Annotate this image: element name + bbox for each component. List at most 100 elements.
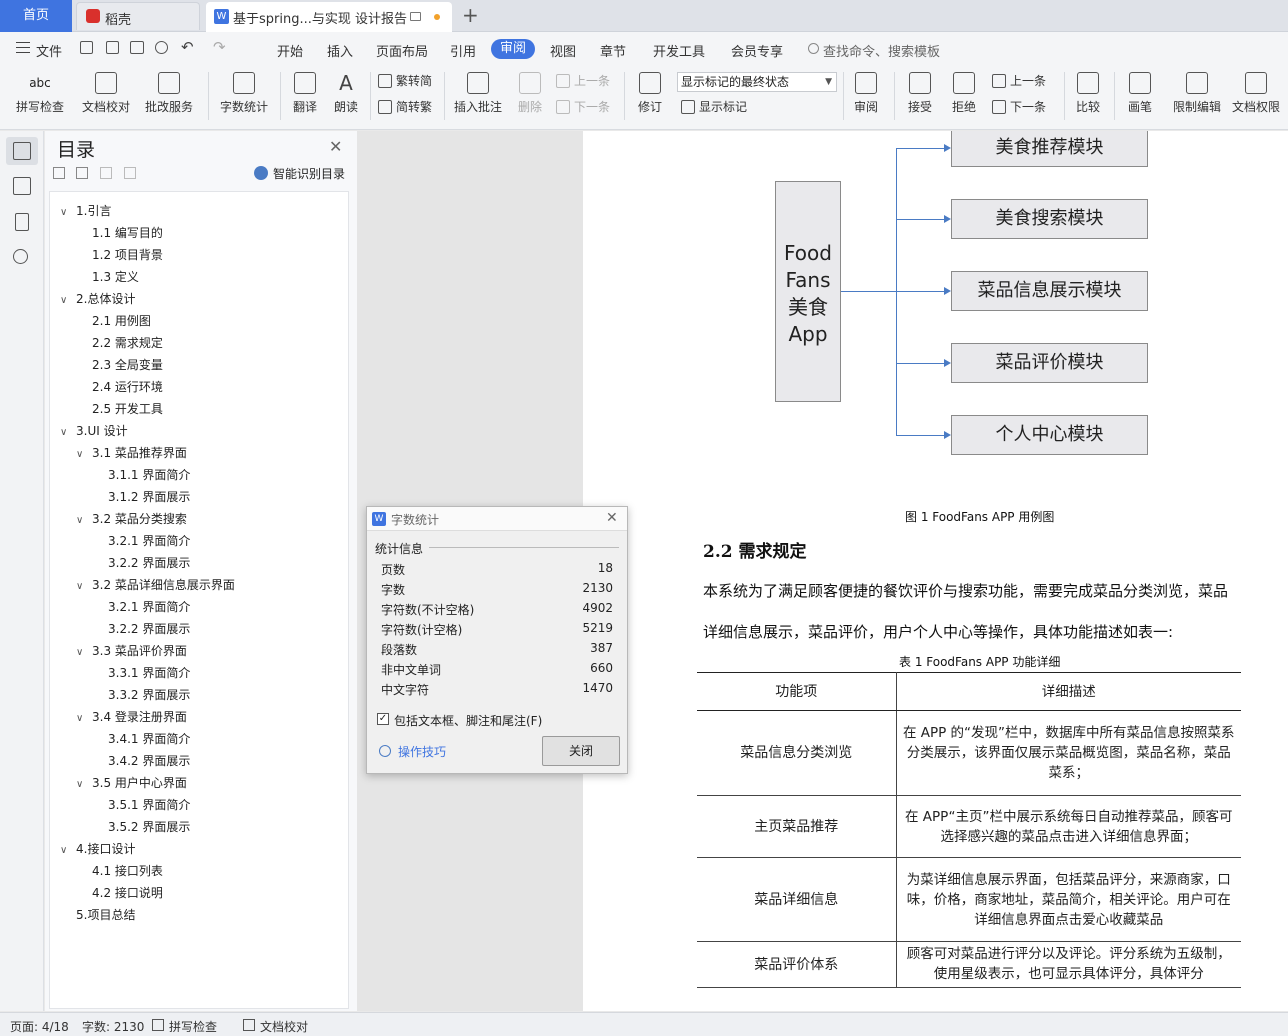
- chevron-down-icon[interactable]: ∨: [76, 510, 86, 532]
- toc-item[interactable]: 2.4 运行环境: [76, 376, 163, 398]
- compare-button[interactable]: 比较: [1070, 66, 1106, 128]
- print-preview-icon[interactable]: [155, 41, 168, 54]
- toc-item[interactable]: 3.5.2 界面展示: [92, 816, 190, 838]
- menu-devtools[interactable]: 开发工具: [653, 41, 705, 60]
- include-checkbox[interactable]: ✓: [377, 713, 389, 725]
- collapse-all-icon[interactable]: [53, 167, 65, 179]
- close-button[interactable]: 关闭: [542, 736, 620, 766]
- toc-item[interactable]: 2.3 全局变量: [76, 354, 163, 376]
- s2t-button[interactable]: 简转繁: [378, 98, 432, 116]
- menu-vip[interactable]: 会员专享: [731, 41, 783, 60]
- export-icon[interactable]: [106, 41, 119, 54]
- chevron-down-icon[interactable]: ∨: [76, 708, 86, 730]
- menu-insert[interactable]: 插入: [327, 41, 353, 60]
- read-aloud-button[interactable]: A 朗读: [330, 66, 362, 128]
- show-markup-button[interactable]: 显示标记: [681, 98, 747, 116]
- chevron-down-icon[interactable]: ∨: [60, 840, 70, 862]
- toc-item[interactable]: 3.1.1 界面简介: [92, 464, 190, 486]
- command-search[interactable]: 查找命令、搜索模板: [823, 41, 940, 60]
- reject-button[interactable]: 拒绝: [946, 66, 982, 128]
- spellcheck-button[interactable]: abc 拼写检查: [8, 66, 72, 128]
- undo-icon[interactable]: ↶: [181, 38, 194, 56]
- chevron-down-icon[interactable]: ∨: [60, 422, 70, 444]
- toc-item[interactable]: 1.2 项目背景: [76, 244, 163, 266]
- toc-item[interactable]: 3.4.1 界面简介: [92, 728, 190, 750]
- close-icon[interactable]: ✕: [606, 510, 618, 526]
- chevron-down-icon[interactable]: ∨: [76, 444, 86, 466]
- word-count-indicator[interactable]: 字数: 2130: [82, 1018, 144, 1035]
- toc-item[interactable]: 2.5 开发工具: [76, 398, 163, 420]
- toc-item[interactable]: 3.2.2 界面展示: [92, 618, 190, 640]
- checkbox-icon[interactable]: [152, 1019, 164, 1031]
- toc-item[interactable]: 4.2 接口说明: [76, 882, 163, 904]
- spellcheck-status[interactable]: 拼写检查: [169, 1018, 217, 1035]
- expand-up-icon[interactable]: [76, 167, 88, 179]
- menu-start[interactable]: 开始: [277, 41, 303, 60]
- toc-item[interactable]: ∨ 3.2 菜品详细信息展示界面: [76, 574, 235, 596]
- batch-service-button[interactable]: 批改服务: [138, 66, 200, 128]
- tab-document[interactable]: W 基于spring...与实现 设计报告: [206, 2, 452, 32]
- chevron-down-icon[interactable]: ∨: [60, 290, 70, 312]
- translate-button[interactable]: 翻译: [286, 66, 324, 128]
- insert-comment-button[interactable]: 插入批注: [452, 66, 504, 128]
- restrict-edit-button[interactable]: 限制编辑: [1170, 66, 1224, 128]
- toc-item[interactable]: 2.2 需求规定: [76, 332, 163, 354]
- toc-item[interactable]: 3.3.2 界面展示: [92, 684, 190, 706]
- doc-permission-button[interactable]: 文档权限: [1228, 66, 1284, 128]
- toc-item[interactable]: ∨ 3.3 菜品评价界面: [76, 640, 187, 662]
- toc-item[interactable]: 3.2.1 界面简介: [92, 530, 190, 552]
- toc-item[interactable]: ∨ 3.5 用户中心界面: [76, 772, 187, 794]
- chevron-down-icon[interactable]: ∨: [76, 642, 86, 664]
- review-pane-button[interactable]: 审阅: [848, 66, 884, 128]
- chevron-down-icon[interactable]: ∨: [76, 576, 86, 598]
- doc-check-icon[interactable]: [243, 1019, 255, 1031]
- tips-link[interactable]: 操作技巧: [398, 743, 446, 760]
- toc-item[interactable]: ∨ 4.接口设计: [60, 838, 135, 860]
- page-indicator[interactable]: 页面: 4/18: [10, 1018, 69, 1035]
- search-icon[interactable]: [13, 249, 28, 264]
- markup-state-select[interactable]: 显示标记的最终状态 ▼: [677, 72, 837, 92]
- redo-icon[interactable]: ↷: [213, 38, 226, 56]
- close-icon[interactable]: ✕: [329, 137, 342, 156]
- toc-item[interactable]: 3.1.2 界面展示: [92, 486, 190, 508]
- toc-item[interactable]: 2.1 用例图: [76, 310, 151, 332]
- menu-reference[interactable]: 引用: [450, 41, 476, 60]
- chevron-down-icon[interactable]: ∨: [76, 774, 86, 796]
- toc-item[interactable]: ∨ 3.4 登录注册界面: [76, 706, 187, 728]
- toc-item[interactable]: 5.项目总结: [60, 904, 135, 926]
- menu-file[interactable]: 文件: [36, 41, 62, 60]
- include-checkbox-label[interactable]: 包括文本框、脚注和尾注(F): [394, 712, 542, 729]
- toc-item[interactable]: 3.5.1 界面简介: [92, 794, 190, 816]
- next-change-button[interactable]: 下一条: [992, 98, 1046, 116]
- toc-item[interactable]: ∨ 2.总体设计: [60, 288, 135, 310]
- toc-item[interactable]: 4.1 接口列表: [76, 860, 163, 882]
- menu-chapter[interactable]: 章节: [600, 41, 626, 60]
- toc-item[interactable]: 3.4.2 界面展示: [92, 750, 190, 772]
- smart-toc-button[interactable]: 智能识别目录: [273, 165, 345, 182]
- toc-item[interactable]: 1.1 编写目的: [76, 222, 163, 244]
- pen-button[interactable]: 画笔: [1122, 66, 1158, 128]
- menu-layout[interactable]: 页面布局: [376, 41, 428, 60]
- accept-button[interactable]: 接受: [902, 66, 938, 128]
- toc-item[interactable]: ∨ 3.1 菜品推荐界面: [76, 442, 187, 464]
- bookmark-icon[interactable]: [15, 213, 29, 231]
- toc-item[interactable]: 3.2.2 界面展示: [92, 552, 190, 574]
- menu-view[interactable]: 视图: [550, 41, 576, 60]
- toc-item[interactable]: 3.3.1 界面简介: [92, 662, 190, 684]
- toc-item[interactable]: ∨ 3.2 菜品分类搜索: [76, 508, 187, 530]
- toc-item[interactable]: 1.3 定义: [76, 266, 139, 288]
- doc-check-button[interactable]: 文档校对: [78, 66, 134, 128]
- print-icon[interactable]: [130, 41, 144, 54]
- toc-item[interactable]: ∨ 1.引言: [60, 200, 111, 222]
- section-nav-icon[interactable]: [13, 177, 31, 195]
- menu-review[interactable]: 审阅: [491, 39, 535, 59]
- doc-check-status[interactable]: 文档校对: [260, 1018, 308, 1035]
- new-tab-button[interactable]: +: [462, 3, 479, 27]
- prev-change-button[interactable]: 上一条: [992, 72, 1046, 90]
- toc-item[interactable]: 3.2.1 界面简介: [92, 596, 190, 618]
- monitor-icon[interactable]: [410, 12, 421, 21]
- hamburger-icon[interactable]: [16, 42, 30, 53]
- tab-daoke[interactable]: 稻壳: [76, 2, 200, 30]
- word-count-button[interactable]: 字数统计: [216, 66, 272, 128]
- toc-icon[interactable]: [13, 142, 31, 160]
